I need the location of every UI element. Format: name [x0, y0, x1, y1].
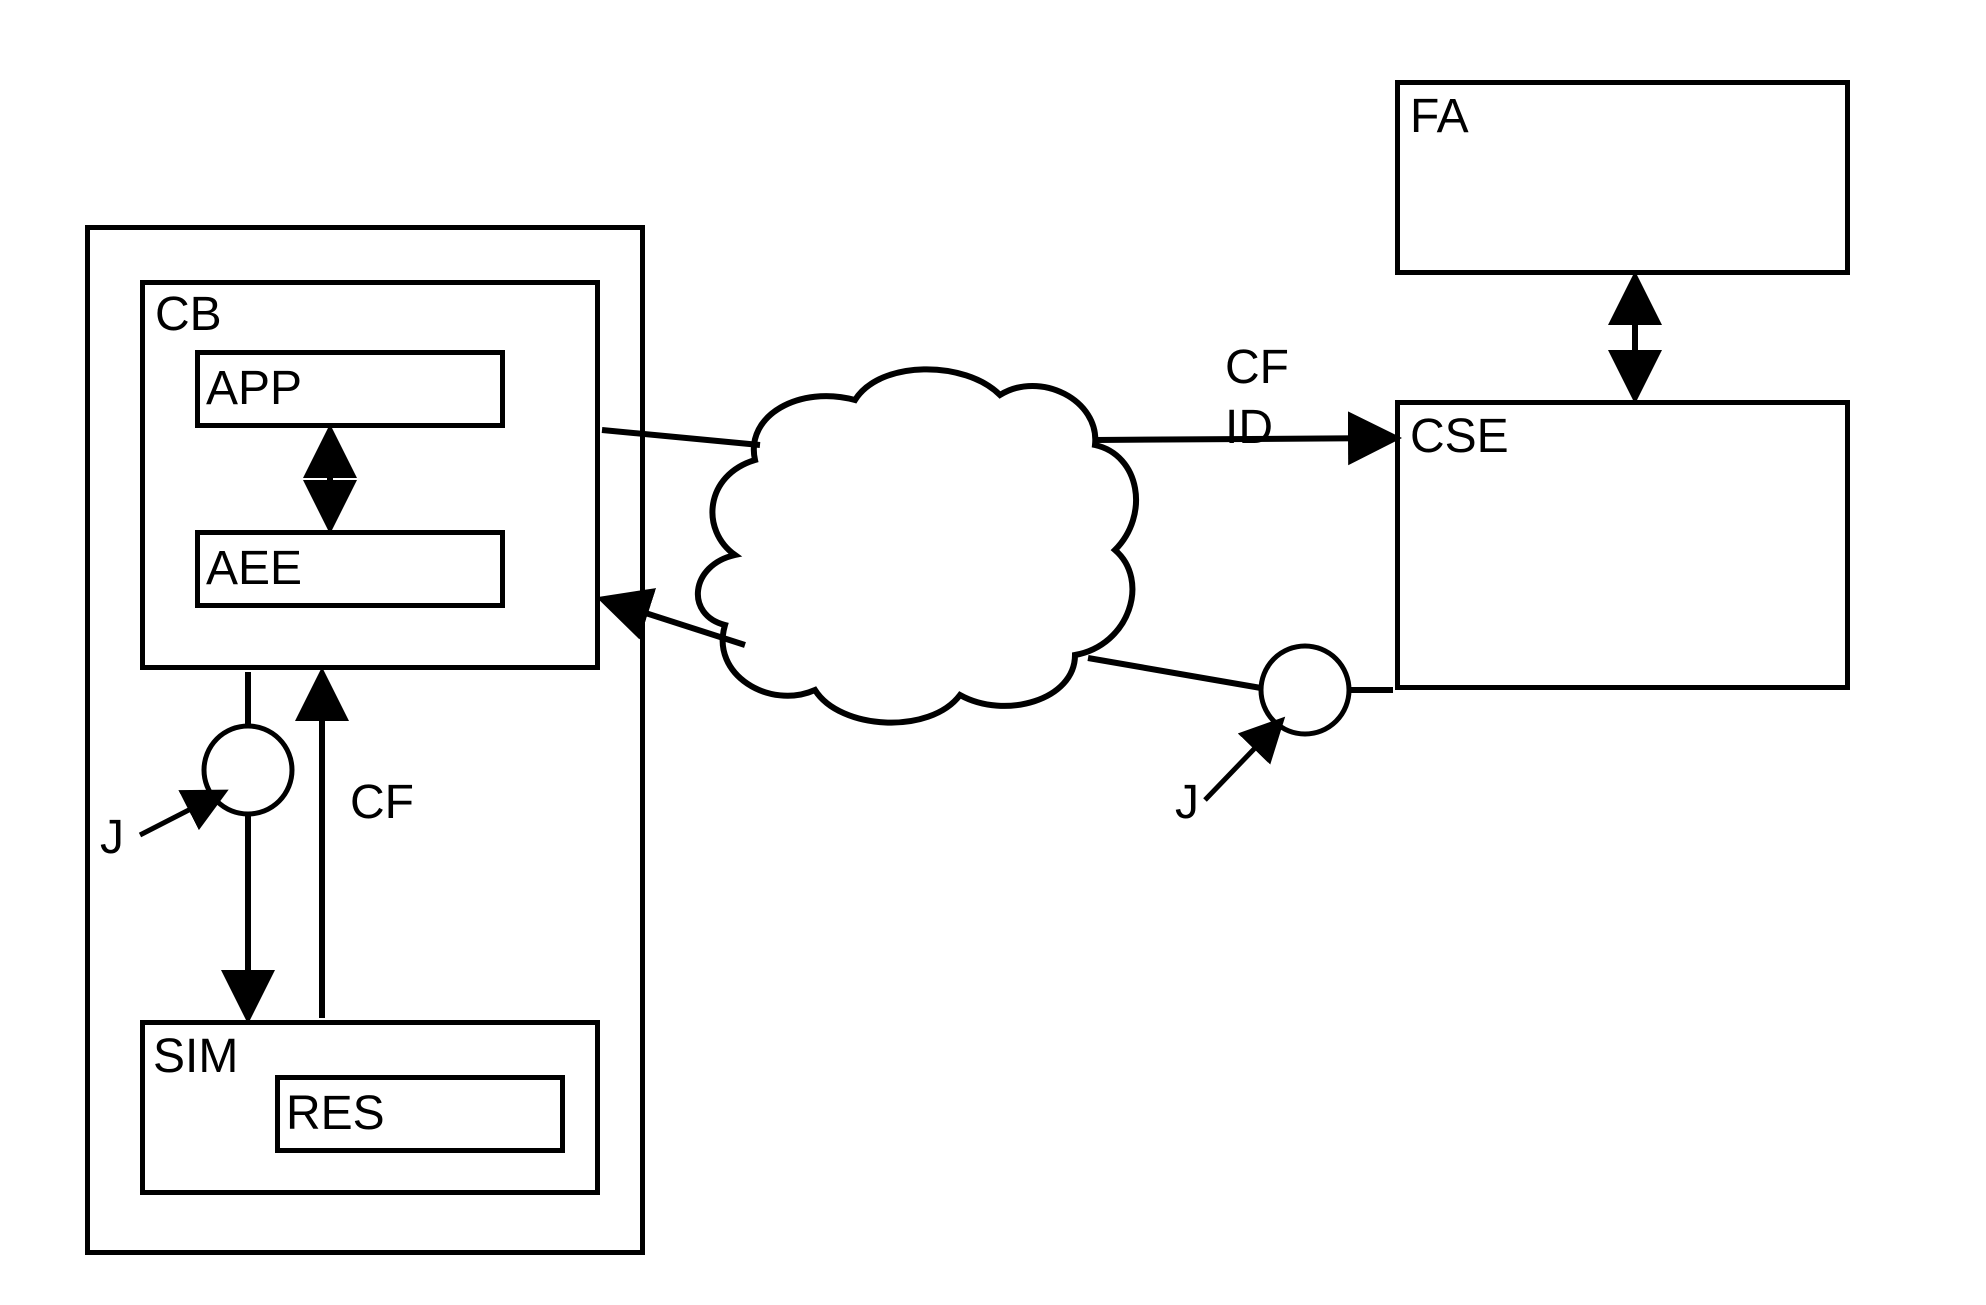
edge-j2-net: [1088, 658, 1261, 688]
app-box: APP: [195, 350, 505, 428]
res-box: RES: [275, 1075, 565, 1153]
j2-label: J: [1175, 775, 1199, 830]
aee-label: AEE: [206, 541, 302, 596]
cb-box: CB: [140, 280, 600, 670]
fa-box: FA: [1395, 80, 1850, 275]
net-cloud-icon: [698, 369, 1136, 722]
res-label: RES: [286, 1086, 385, 1141]
net-label: NET: [820, 485, 916, 540]
fa-label: FA: [1410, 89, 1469, 144]
cb-label: CB: [155, 287, 222, 342]
cf-id-label-1: CF: [1225, 340, 1289, 395]
cf-id-label-2: ID: [1225, 400, 1273, 455]
aee-box: AEE: [195, 530, 505, 608]
cf-label: CF: [350, 775, 414, 830]
j1-label: J: [100, 810, 124, 865]
app-label: APP: [206, 361, 302, 416]
j2-node: [1261, 646, 1349, 734]
cse-box: CSE: [1395, 400, 1850, 690]
j2-pointer: [1205, 722, 1280, 800]
cse-label: CSE: [1410, 409, 1509, 464]
sim-label: SIM: [153, 1029, 238, 1084]
